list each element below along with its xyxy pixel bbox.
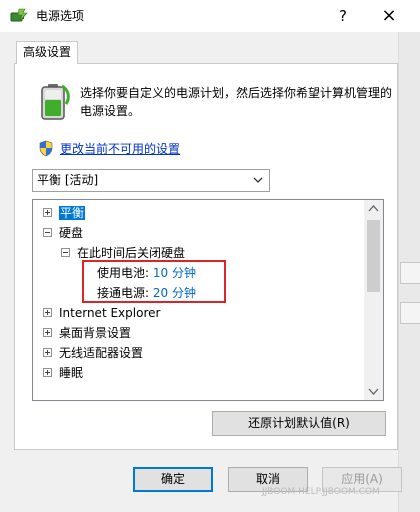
- tree-item-wireless-adapter[interactable]: 无线适配器设置: [43, 343, 143, 363]
- tree-item-desktop-background[interactable]: 桌面背景设置: [43, 323, 131, 343]
- tree-item-balanced[interactable]: 平衡: [43, 203, 86, 223]
- expand-icon[interactable]: [43, 208, 52, 217]
- change-unavailable-settings-link[interactable]: 更改当前不可用的设置: [60, 141, 180, 157]
- tree-item-label: Internet Explorer: [59, 306, 161, 320]
- tree-scrollbar[interactable]: [364, 200, 383, 400]
- power-options-icon: [10, 8, 28, 22]
- tab-advanced-settings[interactable]: 高级设置: [16, 41, 78, 64]
- restore-plan-defaults-button[interactable]: 还原计划默认值(R): [212, 411, 386, 436]
- scroll-down-icon[interactable]: [364, 383, 383, 400]
- tree-item-label: 平衡: [59, 206, 86, 220]
- tree-item-hard-disk[interactable]: 硬盘: [43, 223, 83, 243]
- tree-item-plugged-in[interactable]: 接通电源: 20 分钟: [97, 283, 196, 303]
- title-bar: 电源选项 ? ×: [0, 0, 420, 32]
- chevron-down-icon: [253, 177, 263, 183]
- power-plan-select[interactable]: 平衡 [活动]: [32, 169, 270, 192]
- collapse-icon[interactable]: [61, 248, 70, 257]
- tree-item-turn-off-disk-after[interactable]: 在此时间后关闭硬盘: [61, 243, 185, 263]
- tree-item-sleep[interactable]: 睡眠: [43, 363, 83, 383]
- expand-icon[interactable]: [43, 328, 52, 337]
- plugged-in-value[interactable]: 20 分钟: [153, 286, 196, 300]
- settings-tree[interactable]: 平衡 硬盘 在此时间后关闭硬盘 使用电池: 10 分钟 接通电源: 20 分钟 …: [32, 199, 384, 401]
- tree-item-label: 无线适配器设置: [59, 346, 144, 360]
- description-text: 选择你要自定义的电源计划，然后选择你希望计算机管理的电源设置。: [80, 86, 393, 118]
- battery-icon: [41, 84, 70, 120]
- window-title: 电源选项: [36, 9, 85, 23]
- tree-item-on-battery[interactable]: 使用电池: 10 分钟: [97, 263, 196, 283]
- background-window-tab: [400, 302, 420, 324]
- close-button[interactable]: ×: [366, 0, 412, 32]
- background-window-tab: [400, 262, 420, 284]
- scrollbar-thumb[interactable]: [367, 220, 380, 292]
- expand-icon[interactable]: [43, 348, 52, 357]
- tree-item-internet-explorer[interactable]: Internet Explorer: [43, 303, 160, 323]
- expand-icon[interactable]: [43, 368, 52, 377]
- ok-button[interactable]: 确定: [133, 467, 213, 492]
- tree-item-label: 接通电源:: [97, 286, 150, 300]
- tree-item-label: 睡眠: [59, 366, 84, 380]
- tree-item-label: 使用电池:: [97, 266, 150, 280]
- collapse-icon[interactable]: [43, 228, 52, 237]
- scroll-up-icon[interactable]: [364, 200, 383, 217]
- expand-icon[interactable]: [43, 308, 52, 317]
- tree-item-label: 在此时间后关闭硬盘: [77, 246, 186, 260]
- help-button[interactable]: ?: [320, 0, 366, 32]
- power-plan-selected-value: 平衡 [活动]: [37, 173, 99, 187]
- tree-item-label: 硬盘: [59, 226, 84, 240]
- on-battery-value[interactable]: 10 分钟: [153, 266, 196, 280]
- tree-item-label: 桌面背景设置: [59, 326, 132, 340]
- shield-icon: [39, 140, 53, 157]
- watermark: JJBOOM HELP.JJBOOM.COM: [262, 487, 380, 497]
